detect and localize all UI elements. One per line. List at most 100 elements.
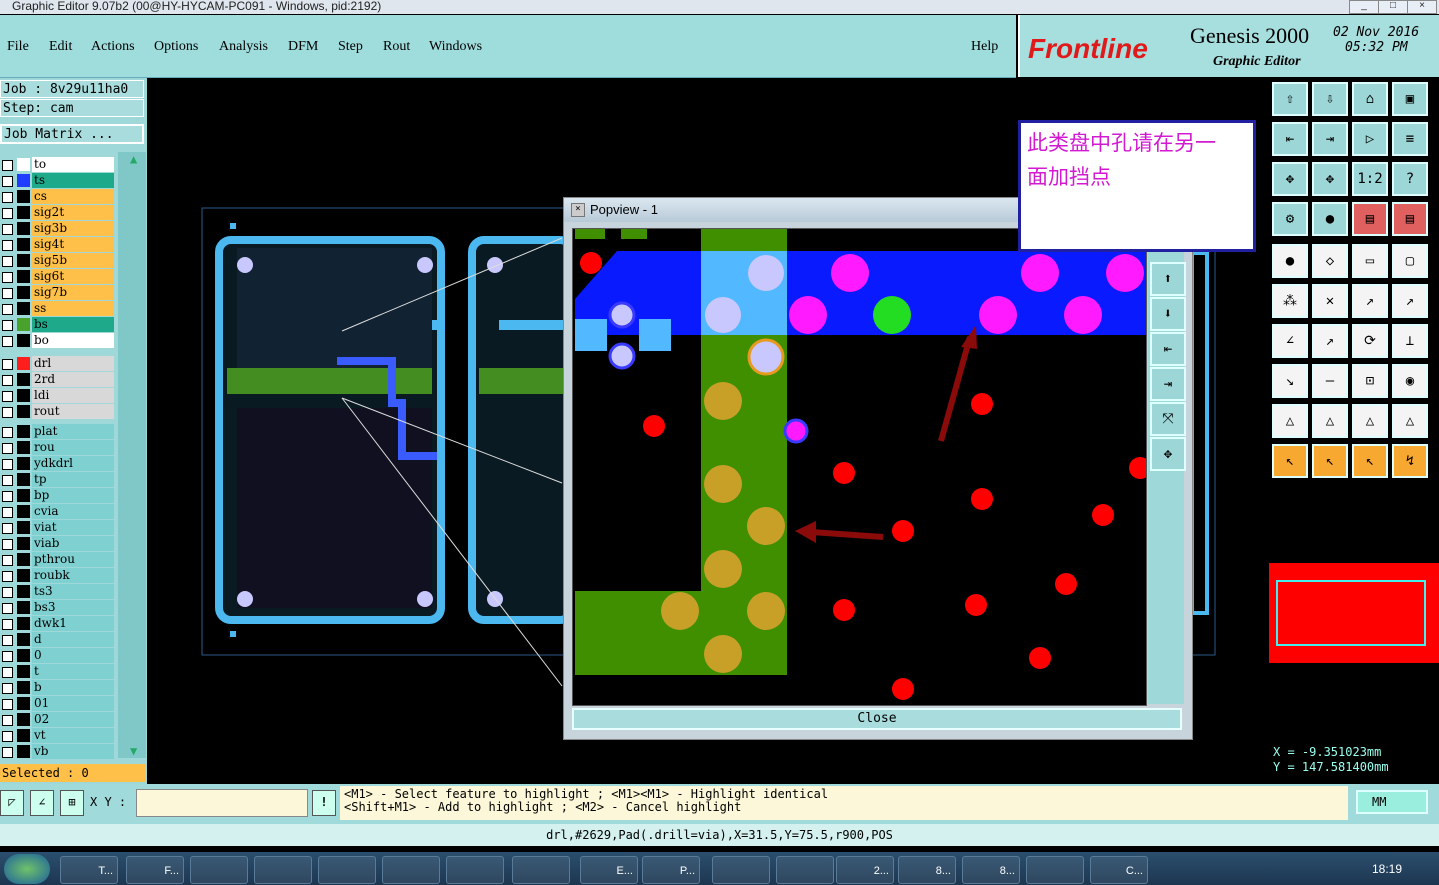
layer-checkbox[interactable] [2, 459, 13, 470]
layer-name[interactable]: 2rd [32, 372, 114, 387]
layer-row[interactable]: rou [0, 440, 118, 456]
layer-color-swatch[interactable] [17, 505, 30, 518]
layer-name[interactable]: 01 [32, 696, 114, 711]
taskbar-item[interactable] [382, 856, 440, 884]
layer-row[interactable]: ts3 [0, 584, 118, 600]
layer-row[interactable]: ts [0, 173, 118, 189]
tool-button-19-icon[interactable]: ▭ [1352, 244, 1388, 278]
taskbar-item[interactable] [776, 856, 834, 884]
layer-color-swatch[interactable] [17, 206, 30, 219]
layer-name[interactable]: ydkdrl [32, 456, 114, 471]
layer-row[interactable]: 02 [0, 712, 118, 728]
taskbar-item[interactable] [712, 856, 770, 884]
layer-row[interactable]: 01 [0, 696, 118, 712]
layer-row[interactable]: pthrou [0, 552, 118, 568]
pop-tool-1-icon[interactable]: ⬆ [1150, 262, 1186, 296]
layer-checkbox[interactable] [2, 603, 13, 614]
layer-checkbox[interactable] [2, 747, 13, 758]
menu-windows[interactable]: Windows [429, 39, 482, 55]
layer-checkbox[interactable] [2, 272, 13, 283]
layer-name[interactable]: t [32, 664, 114, 679]
layer-row[interactable]: ldi [0, 388, 118, 404]
menu-actions[interactable]: Actions [91, 39, 135, 55]
layer-checkbox[interactable] [2, 304, 13, 315]
tool-button-39-icon[interactable]: ↖ [1352, 444, 1388, 478]
job-matrix-button[interactable]: Job Matrix ... [0, 124, 144, 144]
layer-name[interactable]: b [32, 680, 114, 695]
layer-checkbox[interactable] [2, 208, 13, 219]
layer-checkbox[interactable] [2, 359, 13, 370]
layer-row[interactable]: sig5b [0, 253, 118, 269]
scroll-up-icon[interactable]: ▲ [130, 152, 137, 166]
tool-button-28-icon[interactable]: ⊥ [1392, 324, 1428, 358]
tool-button-16-icon[interactable]: ▤ [1392, 202, 1428, 236]
layer-checkbox[interactable] [2, 407, 13, 418]
layer-color-swatch[interactable] [17, 441, 30, 454]
layer-name[interactable]: sig7b [32, 285, 114, 300]
layer-checkbox[interactable] [2, 523, 13, 534]
tool-button-5-icon[interactable]: ⇤ [1272, 122, 1308, 156]
layer-name[interactable]: bp [32, 488, 114, 503]
taskbar-item[interactable] [512, 856, 570, 884]
layer-row[interactable]: to [0, 157, 118, 173]
layer-color-swatch[interactable] [17, 601, 30, 614]
layer-color-swatch[interactable] [17, 286, 30, 299]
minimize-button[interactable]: _ [1349, 0, 1379, 14]
start-button-icon[interactable] [4, 854, 50, 884]
layer-row[interactable]: sig6t [0, 269, 118, 285]
layer-checkbox[interactable] [2, 475, 13, 486]
xy-input[interactable] [136, 789, 308, 817]
pop-tool-2-icon[interactable]: ⬇ [1150, 297, 1186, 331]
grid-tool-icon[interactable]: ⊞ [60, 790, 84, 816]
taskbar-item[interactable] [254, 856, 312, 884]
layer-checkbox[interactable] [2, 240, 13, 251]
layer-checkbox[interactable] [2, 160, 13, 171]
alert-icon[interactable]: ! [312, 790, 336, 816]
layer-checkbox[interactable] [2, 699, 13, 710]
menu-rout[interactable]: Rout [383, 39, 410, 55]
tool-button-36-icon[interactable]: △ [1392, 404, 1428, 438]
tool-button-3-icon[interactable]: ⌂ [1352, 82, 1388, 116]
units-select[interactable]: MM [1356, 790, 1428, 814]
tool-button-7-icon[interactable]: ▷ [1352, 122, 1388, 156]
tool-button-20-icon[interactable]: ▢ [1392, 244, 1428, 278]
layer-name[interactable]: ts [32, 173, 114, 188]
layer-row[interactable]: viat [0, 520, 118, 536]
layer-name[interactable]: sig5b [32, 253, 114, 268]
taskbar-item[interactable]: C... [1090, 856, 1148, 884]
layer-color-swatch[interactable] [17, 521, 30, 534]
layer-name[interactable]: drl [32, 356, 114, 371]
layer-checkbox[interactable] [2, 427, 13, 438]
layer-row[interactable]: bs3 [0, 600, 118, 616]
layer-color-swatch[interactable] [17, 473, 30, 486]
layer-row[interactable]: sig4t [0, 237, 118, 253]
taskbar-item[interactable] [1026, 856, 1084, 884]
layer-name[interactable]: roubk [32, 568, 114, 583]
layer-name[interactable]: viab [32, 536, 114, 551]
tool-button-1-icon[interactable]: ⇧ [1272, 82, 1308, 116]
tool-button-32-icon[interactable]: ◉ [1392, 364, 1428, 398]
layer-color-swatch[interactable] [17, 585, 30, 598]
layer-checkbox[interactable] [2, 176, 13, 187]
layer-color-swatch[interactable] [17, 489, 30, 502]
tool-button-9-icon[interactable]: ✥ [1272, 162, 1308, 196]
tool-button-26-icon[interactable]: ↗ [1312, 324, 1348, 358]
tool-button-38-icon[interactable]: ↖ [1312, 444, 1348, 478]
menu-edit[interactable]: Edit [49, 39, 72, 55]
layer-checkbox[interactable] [2, 539, 13, 550]
layer-checkbox[interactable] [2, 715, 13, 726]
layer-name[interactable]: bs [32, 317, 114, 332]
tool-button-27-icon[interactable]: ⟳ [1352, 324, 1388, 358]
layer-name[interactable]: cs [32, 189, 114, 204]
layer-row[interactable]: sig7b [0, 285, 118, 301]
layer-color-swatch[interactable] [17, 254, 30, 267]
taskbar-item[interactable]: F... [126, 856, 184, 884]
layer-name[interactable]: viat [32, 520, 114, 535]
layer-scrollbar[interactable]: ▲ ▼ [118, 152, 146, 758]
layer-color-swatch[interactable] [17, 373, 30, 386]
layer-row[interactable]: t [0, 664, 118, 680]
layer-name[interactable]: pthrou [32, 552, 114, 567]
menu-help[interactable]: Help [971, 39, 998, 55]
menu-options[interactable]: Options [154, 39, 198, 55]
layer-color-swatch[interactable] [17, 318, 30, 331]
